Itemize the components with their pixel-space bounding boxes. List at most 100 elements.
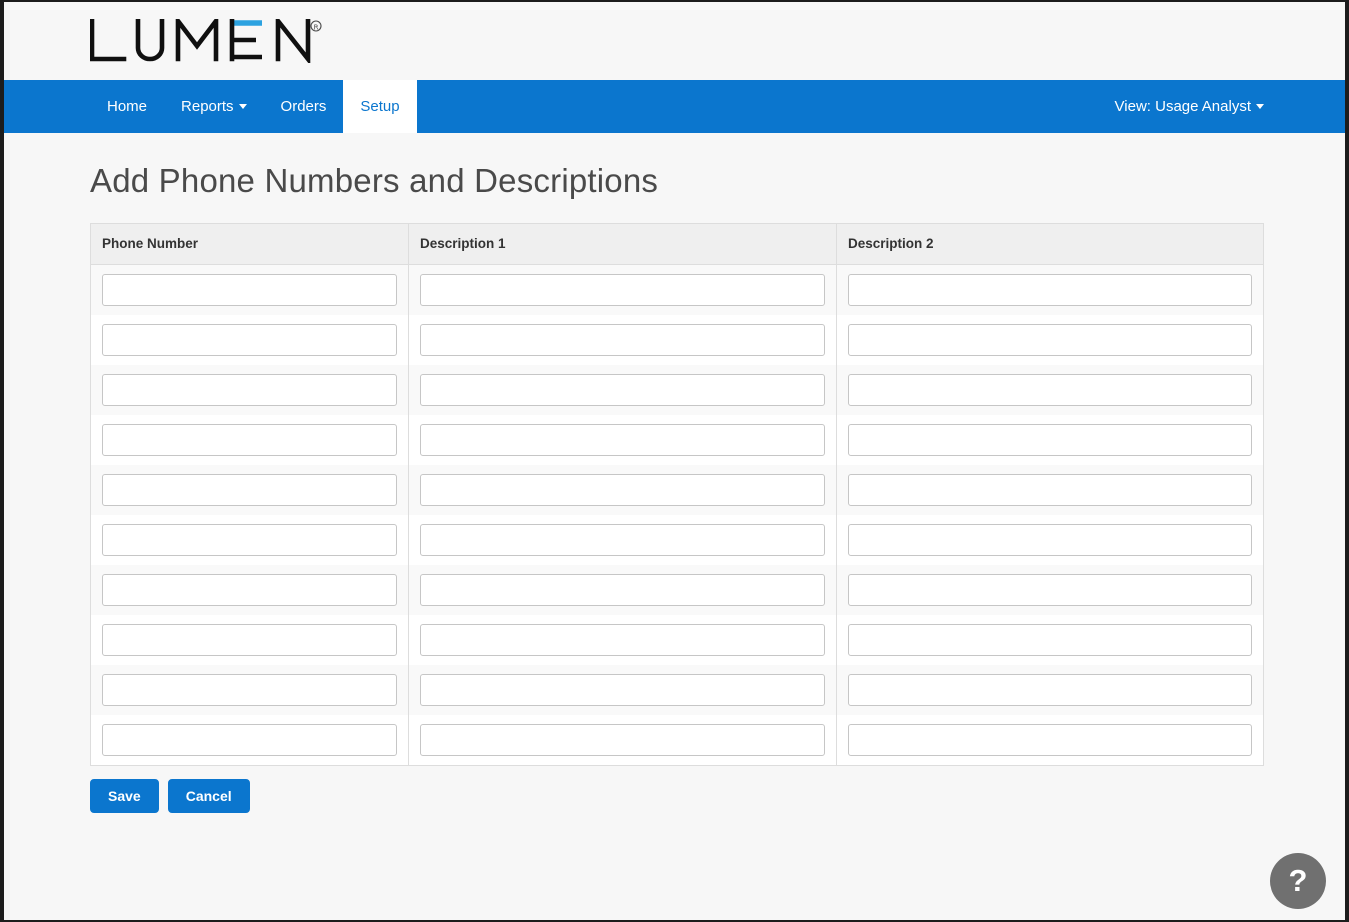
- description-2-input[interactable]: [848, 323, 1252, 356]
- phone-number-input[interactable]: [102, 623, 397, 656]
- column-header-description-2: Description 2: [836, 223, 1263, 264]
- nav-item-setup[interactable]: Setup: [343, 80, 417, 133]
- description-1-input[interactable]: [420, 623, 825, 656]
- svg-text:R: R: [314, 24, 319, 32]
- description-1-input[interactable]: [420, 323, 825, 356]
- page-title: Add Phone Numbers and Descriptions: [90, 162, 659, 199]
- table-cell-description-2: [836, 414, 1263, 465]
- column-header-description-1: Description 1: [408, 223, 836, 264]
- description-2-input[interactable]: [848, 523, 1252, 556]
- description-2-input[interactable]: [848, 723, 1252, 756]
- phone-number-input[interactable]: [102, 323, 397, 356]
- description-2-input[interactable]: [848, 373, 1252, 406]
- description-1-input[interactable]: [420, 673, 825, 706]
- table-row: [91, 414, 1263, 465]
- description-2-input[interactable]: [848, 673, 1252, 706]
- nav-right: View: Usage Analyst: [1115, 80, 1345, 133]
- description-1-input[interactable]: [420, 423, 825, 456]
- column-header-description-2-label: Description 2: [848, 236, 934, 252]
- table-cell-description-1: [408, 414, 836, 465]
- table-cell-phone-number: [91, 665, 408, 715]
- brand-header: R: [4, 2, 1345, 80]
- table-row: [91, 614, 1263, 665]
- table-cell-phone-number: [91, 315, 408, 365]
- table-cell-description-2: [836, 514, 1263, 565]
- table-row: [91, 464, 1263, 515]
- phone-number-input[interactable]: [102, 273, 397, 306]
- table-cell-phone-number: [91, 615, 408, 665]
- table-cell-description-1: [408, 664, 836, 715]
- table-cell-description-1: [408, 714, 836, 765]
- table-cell-description-2: [836, 464, 1263, 515]
- table-cell-phone-number: [91, 565, 408, 615]
- table-cell-description-1: [408, 264, 836, 315]
- description-1-input[interactable]: [420, 723, 825, 756]
- help-button[interactable]: ?: [1270, 853, 1326, 909]
- description-2-input[interactable]: [848, 423, 1252, 456]
- nav-item-reports[interactable]: Reports: [164, 80, 264, 133]
- nav-item-reports-label: Reports: [181, 98, 234, 115]
- view-switcher-label: View: Usage Analyst: [1114, 98, 1251, 115]
- description-1-input[interactable]: [420, 273, 825, 306]
- nav-item-home[interactable]: Home: [90, 80, 164, 133]
- description-2-input[interactable]: [848, 473, 1252, 506]
- column-header-description-1-label: Description 1: [420, 236, 506, 252]
- phone-number-input[interactable]: [102, 673, 397, 706]
- phone-numbers-table: Phone Number Description 1 Description 2: [90, 222, 1264, 766]
- column-header-phone-number-label: Phone Number: [102, 236, 199, 252]
- table-row: [91, 564, 1263, 615]
- table-cell-phone-number: [91, 265, 408, 315]
- lumen-logo: R: [90, 19, 322, 63]
- caret-down-icon: [238, 104, 247, 109]
- description-2-input[interactable]: [848, 573, 1252, 606]
- description-1-input[interactable]: [420, 473, 825, 506]
- question-mark-icon: ?: [1288, 863, 1308, 898]
- nav-item-orders-label: Orders: [280, 98, 327, 115]
- description-2-input[interactable]: [848, 273, 1252, 306]
- table-cell-description-2: [836, 614, 1263, 665]
- description-2-input[interactable]: [848, 623, 1252, 656]
- table-row: [91, 664, 1263, 715]
- description-1-input[interactable]: [420, 523, 825, 556]
- lumen-wordmark-icon: R: [90, 19, 322, 63]
- phone-number-input[interactable]: [102, 423, 397, 456]
- nav-item-home-label: Home: [107, 98, 148, 115]
- caret-down-icon: [1256, 104, 1264, 109]
- table-cell-description-2: [836, 364, 1263, 415]
- nav-item-orders[interactable]: Orders: [264, 80, 344, 133]
- table-header-row: Phone Number Description 1 Description 2: [91, 223, 1263, 265]
- phone-number-input[interactable]: [102, 473, 397, 506]
- phone-number-input[interactable]: [102, 573, 397, 606]
- description-1-input[interactable]: [420, 373, 825, 406]
- cancel-button[interactable]: Cancel: [167, 778, 250, 813]
- table-cell-description-2: [836, 264, 1263, 315]
- table-cell-phone-number: [91, 515, 408, 565]
- table-cell-description-1: [408, 614, 836, 665]
- main-navigation: Home Reports Orders Setup View: Usage An…: [4, 80, 1345, 133]
- table-cell-description-1: [408, 314, 836, 365]
- nav-item-setup-label: Setup: [360, 98, 400, 115]
- phone-number-input[interactable]: [102, 373, 397, 406]
- table-cell-description-1: [408, 564, 836, 615]
- table-cell-description-2: [836, 564, 1263, 615]
- save-button[interactable]: Save: [90, 778, 159, 813]
- table-row: [91, 314, 1263, 365]
- table-cell-description-1: [408, 464, 836, 515]
- view-switcher[interactable]: View: Usage Analyst: [1115, 98, 1264, 115]
- table-cell-phone-number: [91, 465, 408, 515]
- table-cell-description-1: [408, 364, 836, 415]
- table-cell-phone-number: [91, 415, 408, 465]
- nav-items: Home Reports Orders Setup: [90, 80, 417, 133]
- page-content: Add Phone Numbers and Descriptions Phone…: [4, 162, 1345, 813]
- table-cell-phone-number: [91, 715, 408, 765]
- table-cell-description-1: [408, 514, 836, 565]
- table-row: [91, 714, 1263, 765]
- phone-number-input[interactable]: [102, 723, 397, 756]
- phone-number-input[interactable]: [102, 523, 397, 556]
- form-actions: Save Cancel: [90, 778, 1264, 813]
- table-cell-description-2: [836, 314, 1263, 365]
- column-header-phone-number: Phone Number: [91, 224, 408, 264]
- table-row: [91, 364, 1263, 415]
- description-1-input[interactable]: [420, 573, 825, 606]
- table-row: [91, 514, 1263, 565]
